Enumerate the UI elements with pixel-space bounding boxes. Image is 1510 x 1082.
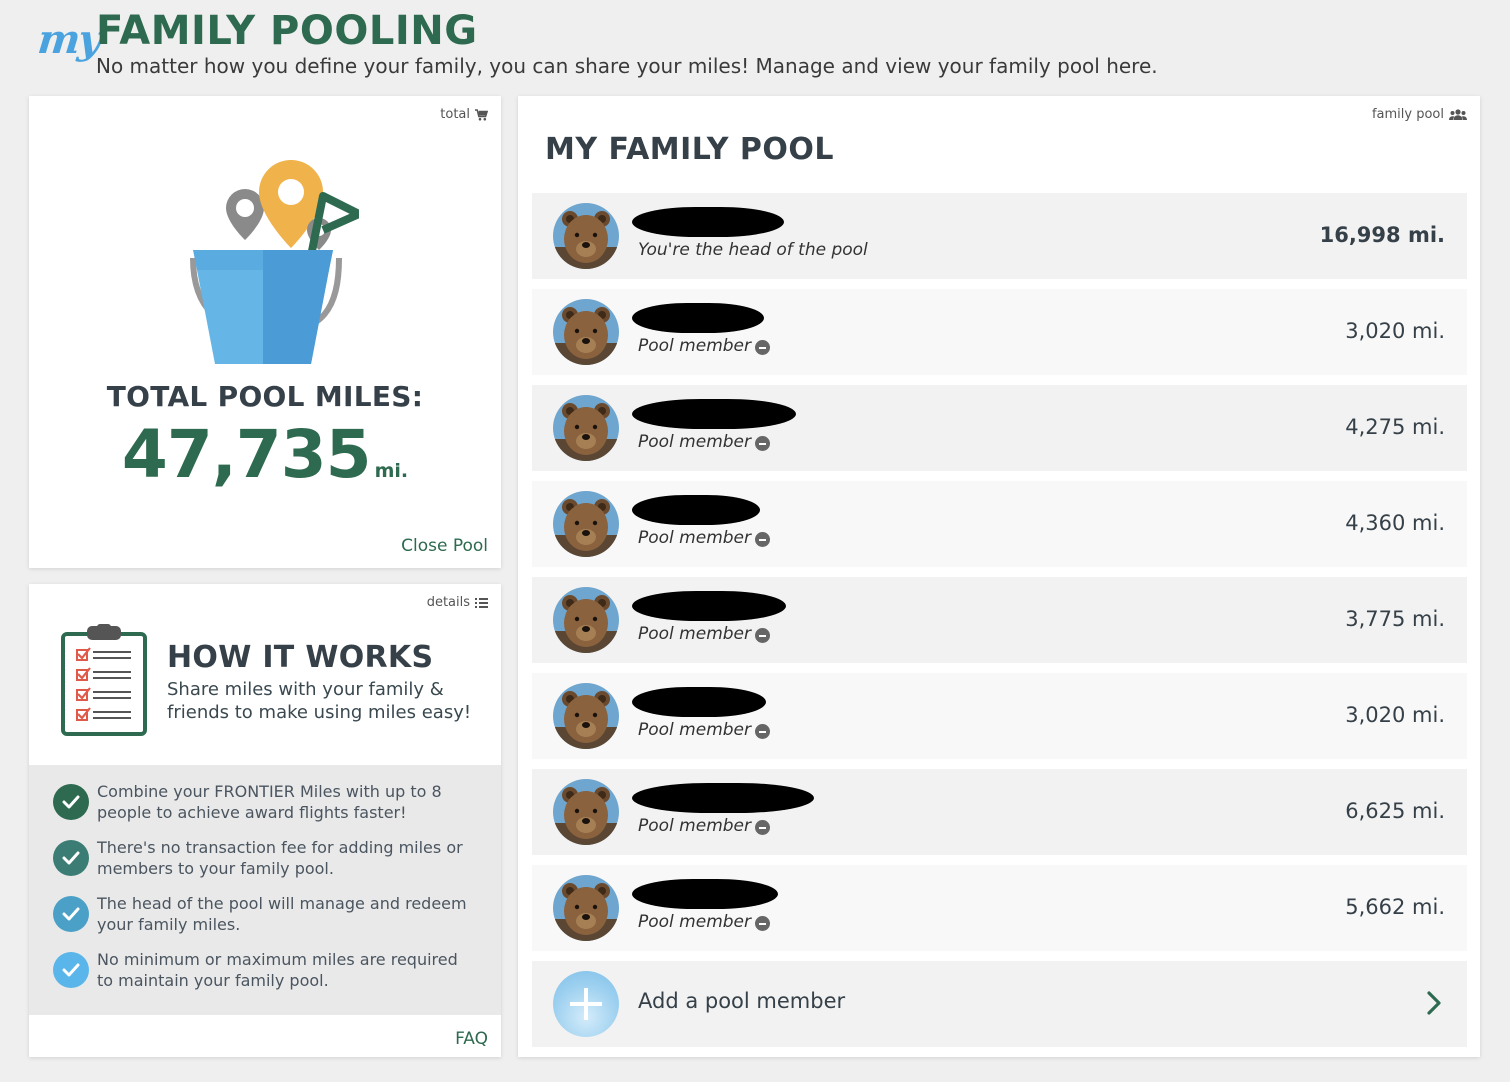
bucket-icon bbox=[190, 160, 359, 364]
avatar bbox=[553, 395, 619, 461]
list-icon bbox=[475, 597, 488, 608]
avatar bbox=[553, 587, 619, 653]
pool-head-row[interactable]: You're the head of the pool 16,998 mi. bbox=[532, 193, 1467, 279]
member-role: Pool member bbox=[638, 624, 770, 644]
remove-member-icon[interactable] bbox=[755, 340, 770, 355]
total-tag: total bbox=[440, 107, 488, 122]
benefit-text: Combine your FRONTIER Miles with up to 8… bbox=[97, 782, 442, 822]
avatar bbox=[553, 875, 619, 941]
benefit-item: There's no transaction fee for adding mi… bbox=[53, 837, 501, 881]
brand-my-logo: my bbox=[35, 16, 103, 63]
page-subtitle: No matter how you define your family, yo… bbox=[96, 54, 1158, 78]
remove-member-icon[interactable] bbox=[755, 436, 770, 451]
pool-member-row[interactable]: Pool member 4,275 mi. bbox=[532, 385, 1467, 471]
avatar bbox=[553, 203, 619, 269]
member-role: Pool member bbox=[638, 816, 770, 836]
redacted-name bbox=[632, 879, 778, 909]
member-miles: 4,360 mi. bbox=[1345, 511, 1445, 535]
benefit-item: Combine your FRONTIER Miles with up to 8… bbox=[53, 781, 501, 825]
avatar bbox=[553, 779, 619, 845]
chevron-right-icon bbox=[1427, 991, 1441, 1015]
redacted-name bbox=[632, 783, 814, 813]
check-circle-icon bbox=[53, 784, 89, 820]
pool-member-row[interactable]: Pool member 3,020 mi. bbox=[532, 289, 1467, 375]
member-miles: 3,020 mi. bbox=[1345, 703, 1445, 727]
add-pool-member-label: Add a pool member bbox=[638, 989, 846, 1013]
how-it-works-subtitle: Share miles with your family & friends t… bbox=[167, 679, 472, 723]
how-it-works-title: HOW IT WORKS bbox=[167, 640, 434, 675]
redacted-name bbox=[632, 399, 796, 429]
redacted-name bbox=[632, 591, 786, 621]
add-pool-member-button[interactable]: Add a pool member bbox=[532, 961, 1467, 1047]
close-pool-link[interactable]: Close Pool bbox=[401, 536, 488, 556]
check-circle-icon bbox=[53, 952, 89, 988]
remove-member-icon[interactable] bbox=[755, 820, 770, 835]
total-pool-card: total TOTAL POOL MILES: 47,735 mi. Close … bbox=[29, 96, 501, 568]
redacted-name bbox=[632, 687, 766, 717]
family-pool-tag-label: family pool bbox=[1371, 107, 1444, 122]
avatar bbox=[553, 299, 619, 365]
member-role: Pool member bbox=[638, 720, 770, 740]
member-miles: 16,998 mi. bbox=[1319, 223, 1445, 247]
faq-link[interactable]: FAQ bbox=[455, 1029, 488, 1049]
member-role-text: Pool member bbox=[638, 624, 751, 644]
benefit-text: There's no transaction fee for adding mi… bbox=[97, 838, 463, 878]
avatar bbox=[553, 683, 619, 749]
family-pool-title: MY FAMILY POOL bbox=[545, 132, 835, 167]
total-miles-number: 47,735 bbox=[121, 416, 372, 493]
check-circle-icon bbox=[53, 840, 89, 876]
details-tag-label: details bbox=[426, 595, 470, 610]
cart-icon bbox=[475, 108, 488, 120]
total-tag-label: total bbox=[440, 107, 470, 122]
redacted-name bbox=[632, 495, 760, 525]
page-title: FAMILY POOLING bbox=[96, 8, 478, 54]
benefit-text: The head of the pool will manage and red… bbox=[97, 894, 467, 934]
pool-member-row[interactable]: Pool member 6,625 mi. bbox=[532, 769, 1467, 855]
benefit-item: No minimum or maximum miles are required… bbox=[53, 949, 501, 993]
avatar bbox=[553, 491, 619, 557]
family-pool-tag: family pool bbox=[1372, 107, 1467, 122]
how-it-works-card: details HOW IT WORKS Share miles with yo… bbox=[29, 584, 501, 1057]
remove-member-icon[interactable] bbox=[755, 532, 770, 547]
member-miles: 4,275 mi. bbox=[1345, 415, 1445, 439]
people-icon bbox=[1449, 108, 1467, 120]
member-role-text: Pool member bbox=[638, 912, 751, 932]
remove-member-icon[interactable] bbox=[755, 724, 770, 739]
redacted-name bbox=[632, 207, 784, 237]
total-pool-miles-label: TOTAL POOL MILES: bbox=[106, 380, 424, 413]
member-role-text: Pool member bbox=[638, 336, 751, 356]
benefits-list: Combine your FRONTIER Miles with up to 8… bbox=[29, 765, 501, 1015]
member-role-text: Pool member bbox=[638, 528, 751, 548]
redacted-name bbox=[632, 303, 764, 333]
remove-member-icon[interactable] bbox=[755, 916, 770, 931]
member-role-text: You're the head of the pool bbox=[638, 240, 868, 260]
member-role-text: Pool member bbox=[638, 432, 751, 452]
benefit-text: No minimum or maximum miles are required… bbox=[97, 950, 458, 990]
member-role: Pool member bbox=[638, 336, 770, 356]
total-miles-unit: mi. bbox=[374, 460, 409, 482]
member-miles: 6,625 mi. bbox=[1345, 799, 1445, 823]
page-header: my FAMILY POOLING No matter how you defi… bbox=[35, 8, 1478, 88]
remove-member-icon[interactable] bbox=[755, 628, 770, 643]
member-role: You're the head of the pool bbox=[638, 240, 868, 260]
add-plus-icon bbox=[553, 971, 619, 1037]
member-miles: 5,662 mi. bbox=[1345, 895, 1445, 919]
member-role-text: Pool member bbox=[638, 816, 751, 836]
check-circle-icon bbox=[53, 896, 89, 932]
pool-member-row[interactable]: Pool member 4,360 mi. bbox=[532, 481, 1467, 567]
pool-member-row[interactable]: Pool member 3,775 mi. bbox=[532, 577, 1467, 663]
pool-member-row[interactable]: Pool member 5,662 mi. bbox=[532, 865, 1467, 951]
member-role-text: Pool member bbox=[638, 720, 751, 740]
member-role: Pool member bbox=[638, 432, 770, 452]
pool-member-row[interactable]: Pool member 3,020 mi. bbox=[532, 673, 1467, 759]
details-tag: details bbox=[427, 595, 488, 610]
member-role: Pool member bbox=[638, 528, 770, 548]
member-miles: 3,020 mi. bbox=[1345, 319, 1445, 343]
member-miles: 3,775 mi. bbox=[1345, 607, 1445, 631]
member-role: Pool member bbox=[638, 912, 770, 932]
benefit-item: The head of the pool will manage and red… bbox=[53, 893, 501, 937]
family-pool-card: family pool MY FAMILY POOL You're the he… bbox=[518, 96, 1480, 1057]
total-pool-miles-value: 47,735 mi. bbox=[29, 416, 501, 493]
clipboard-icon bbox=[61, 624, 147, 736]
